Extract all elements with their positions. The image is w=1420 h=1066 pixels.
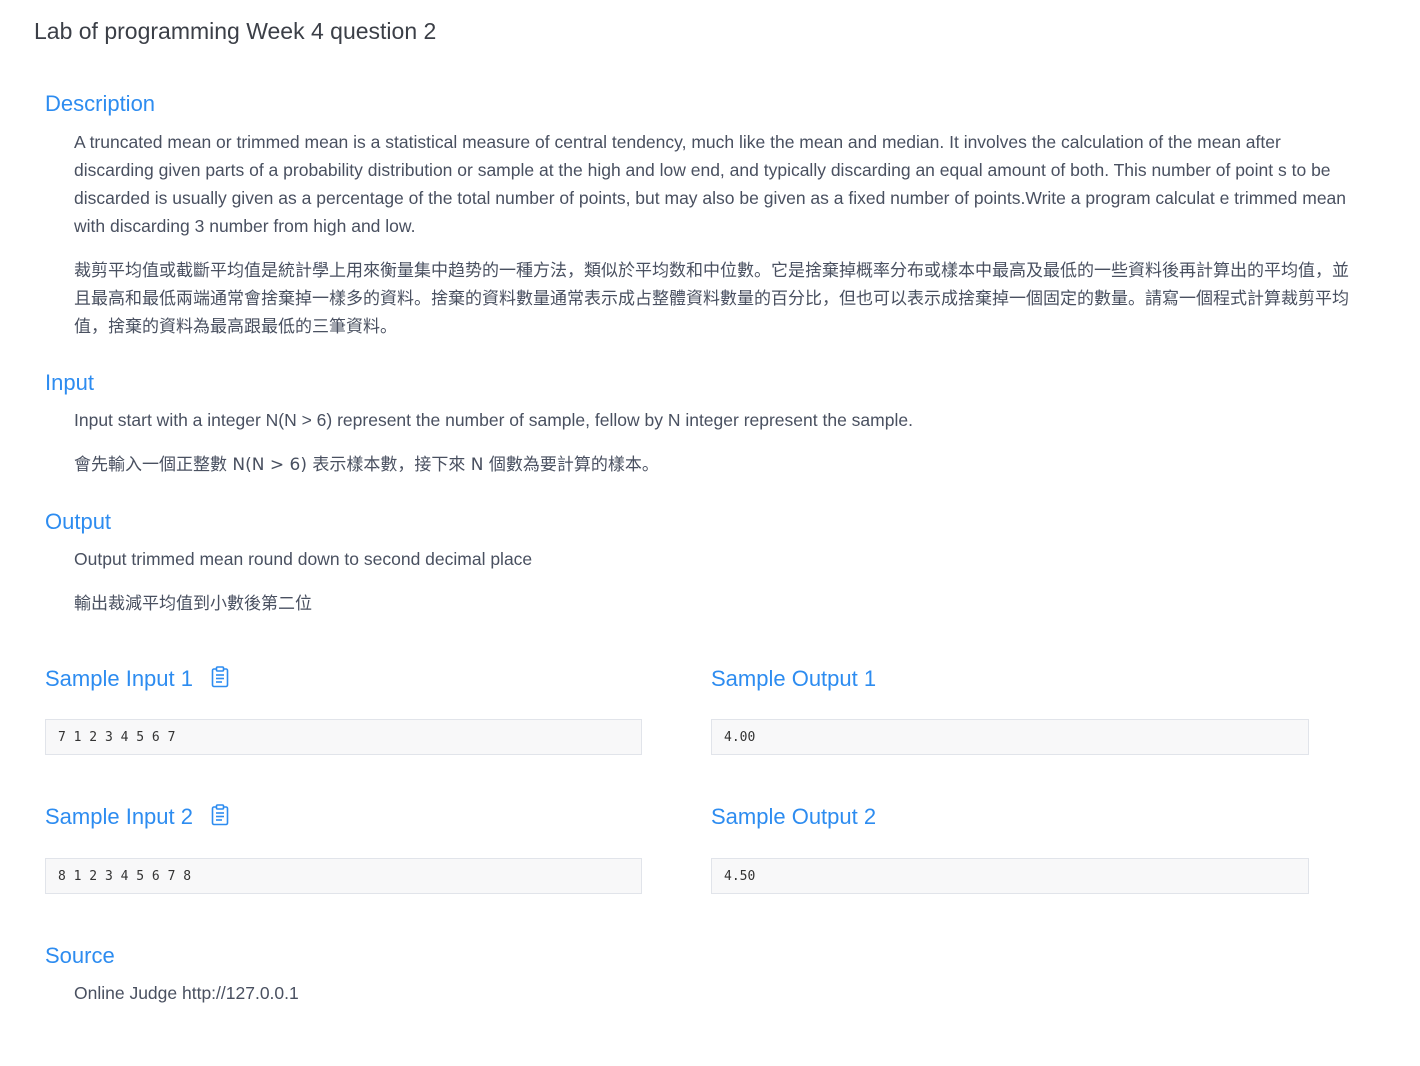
- description-heading: Description: [45, 91, 156, 116]
- input-text-zh: 會先輸入一個正整數 N(N > 6) 表示樣本數，接下來 N 個數為要計算的樣本…: [74, 455, 659, 475]
- clipboard-icon[interactable]: [211, 666, 229, 694]
- input-text-en: Input start with a integer N(N > 6) repr…: [74, 410, 913, 430]
- sample-input-2-heading: Sample Input 2: [45, 804, 229, 832]
- source-heading: Source: [45, 943, 115, 968]
- output-text-en: Output trimmed mean round down to second…: [74, 549, 533, 569]
- sample-output-2-label: Sample Output 2: [711, 804, 877, 829]
- sample-input-1-label: Sample Input 1: [45, 666, 193, 691]
- sample-output-2-box[interactable]: 4.50: [711, 858, 1309, 894]
- sample-output-1-label: Sample Output 1: [711, 666, 877, 691]
- sample-output-1-box[interactable]: 4.00: [711, 719, 1309, 755]
- output-text-zh: 輸出裁減平均值到小數後第二位: [74, 594, 312, 614]
- input-heading: Input: [45, 370, 94, 395]
- description-text-zh: 裁剪平均值或截斷平均值是統計學上用來衡量集中趋势的一種方法，類似於平均数和中位數…: [74, 261, 1349, 337]
- page-title: Lab of programming Week 4 question 2: [34, 18, 437, 44]
- output-heading: Output: [45, 509, 112, 534]
- sample-input-2-box[interactable]: 8 1 2 3 4 5 6 7 8: [45, 858, 642, 894]
- clipboard-icon[interactable]: [211, 804, 229, 832]
- description-text-en: A truncated mean or trimmed mean is a st…: [74, 132, 1347, 236]
- sample-input-1-heading: Sample Input 1: [45, 666, 229, 694]
- sample-input-1-box[interactable]: 7 1 2 3 4 5 6 7: [45, 719, 642, 755]
- sample-input-2-label: Sample Input 2: [45, 804, 193, 829]
- source-text: Online Judge http://127.0.0.1: [74, 983, 299, 1003]
